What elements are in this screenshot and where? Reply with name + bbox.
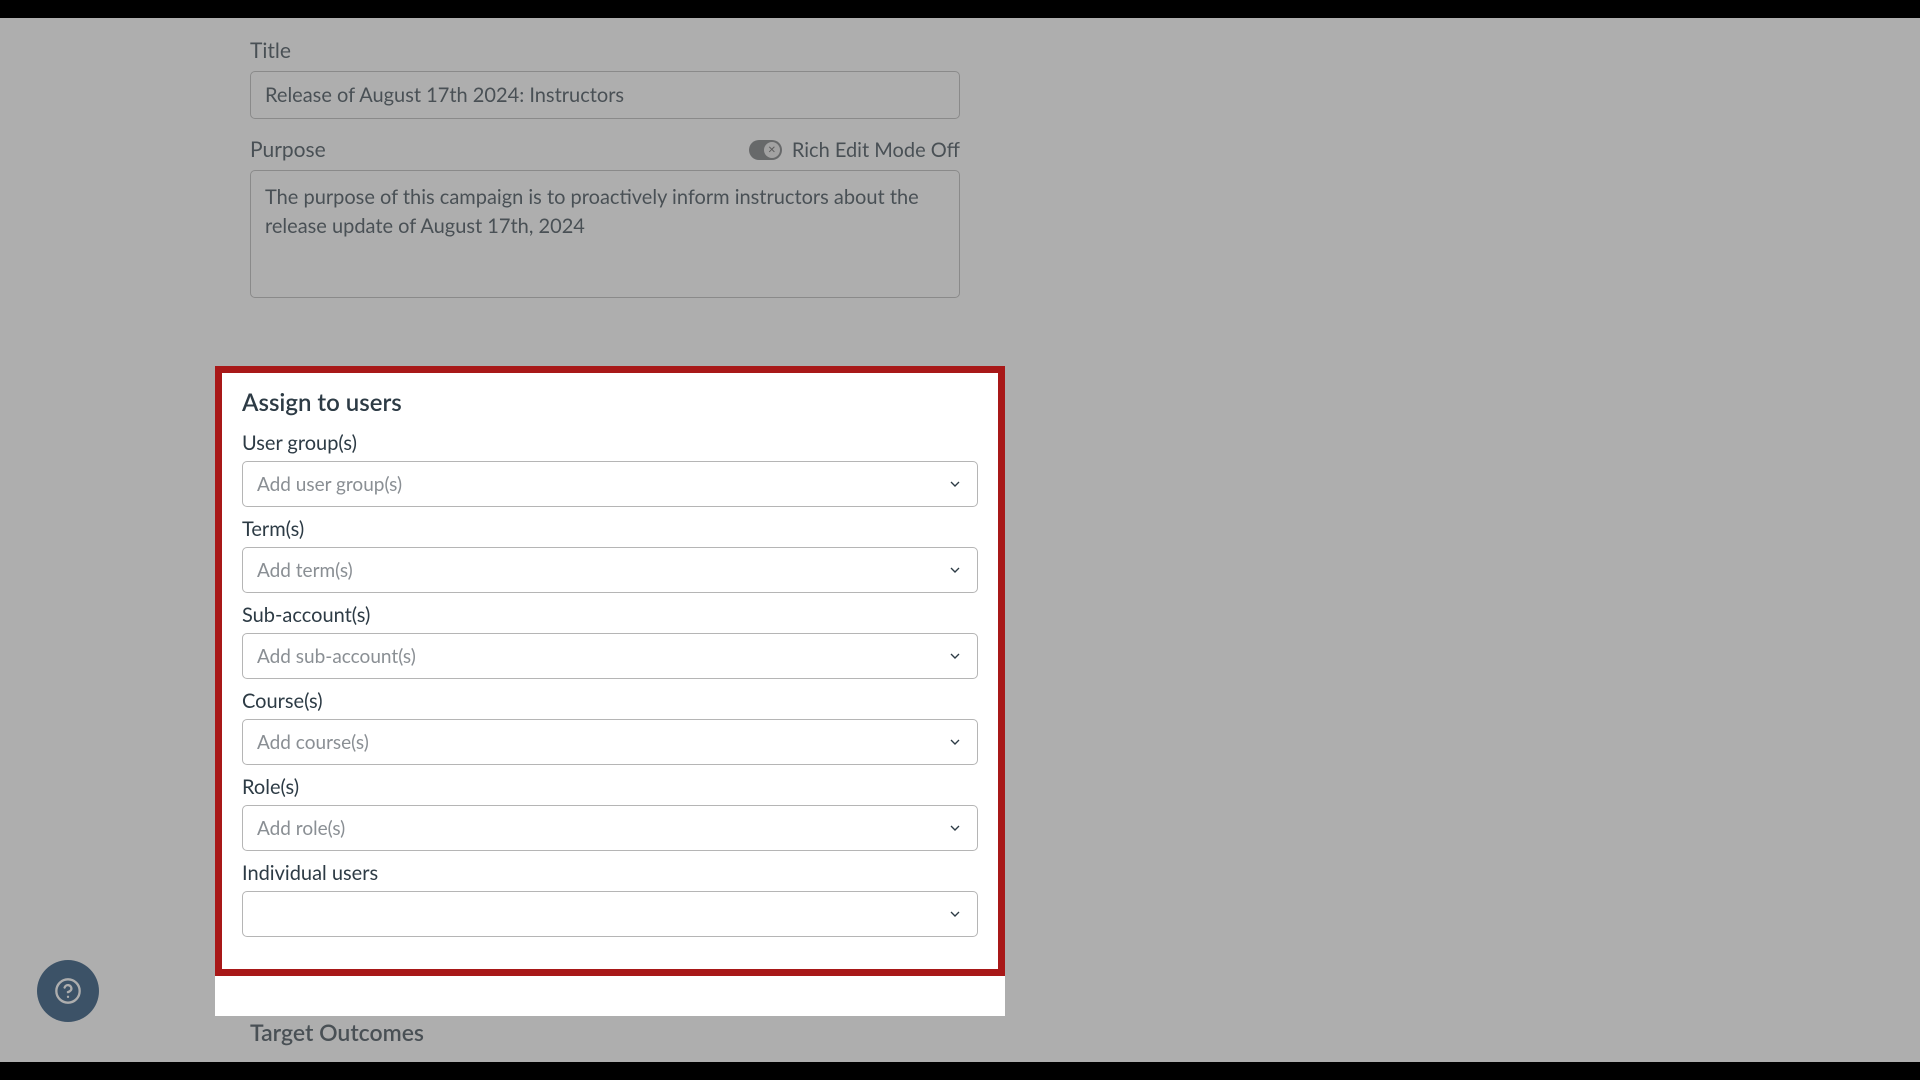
- title-label: Title: [250, 38, 960, 63]
- roles-select[interactable]: Add role(s): [242, 805, 978, 851]
- app-viewport: Title Purpose Rich Edit Mode Off Assign …: [0, 18, 1920, 1062]
- dim-overlay-left: [0, 366, 215, 1016]
- subaccounts-field: Sub-account(s) Add sub-account(s): [242, 603, 978, 679]
- terms-field: Term(s) Add term(s): [242, 517, 978, 593]
- rich-edit-toggle-label: Rich Edit Mode Off: [792, 138, 960, 162]
- question-mark-icon: [54, 977, 82, 1005]
- user-groups-placeholder: Add user group(s): [257, 473, 402, 496]
- terms-select[interactable]: Add term(s): [242, 547, 978, 593]
- courses-select[interactable]: Add course(s): [242, 719, 978, 765]
- help-button[interactable]: [37, 960, 99, 1022]
- dim-overlay-right: [1005, 366, 1920, 1016]
- purpose-textarea[interactable]: [250, 170, 960, 298]
- individual-users-field: Individual users: [242, 861, 978, 937]
- terms-label: Term(s): [242, 517, 978, 541]
- user-groups-label: User group(s): [242, 431, 978, 455]
- purpose-label: Purpose: [250, 137, 326, 162]
- target-outcomes-heading: Target Outcomes: [250, 1018, 424, 1046]
- purpose-header-row: Purpose Rich Edit Mode Off: [250, 137, 960, 162]
- courses-field: Course(s) Add course(s): [242, 689, 978, 765]
- terms-placeholder: Add term(s): [257, 559, 353, 582]
- chevron-down-icon: [947, 562, 963, 578]
- user-groups-select[interactable]: Add user group(s): [242, 461, 978, 507]
- chevron-down-icon: [947, 906, 963, 922]
- rich-edit-toggle[interactable]: [749, 140, 782, 160]
- user-groups-field: User group(s) Add user group(s): [242, 431, 978, 507]
- chevron-down-icon: [947, 648, 963, 664]
- form-column: Title Purpose Rich Edit Mode Off: [250, 38, 960, 298]
- assign-to-users-panel: Assign to users User group(s) Add user g…: [215, 366, 1005, 976]
- roles-placeholder: Add role(s): [257, 817, 345, 840]
- roles-label: Role(s): [242, 775, 978, 799]
- courses-label: Course(s): [242, 689, 978, 713]
- subaccounts-label: Sub-account(s): [242, 603, 978, 627]
- subaccounts-placeholder: Add sub-account(s): [257, 645, 416, 668]
- chevron-down-icon: [947, 820, 963, 836]
- individual-users-select[interactable]: [242, 891, 978, 937]
- title-input[interactable]: [250, 71, 960, 119]
- chevron-down-icon: [947, 476, 963, 492]
- chevron-down-icon: [947, 734, 963, 750]
- individual-users-label: Individual users: [242, 861, 978, 885]
- rich-edit-toggle-group: Rich Edit Mode Off: [749, 138, 960, 162]
- roles-field: Role(s) Add role(s): [242, 775, 978, 851]
- subaccounts-select[interactable]: Add sub-account(s): [242, 633, 978, 679]
- assign-to-users-heading: Assign to users: [242, 388, 978, 417]
- courses-placeholder: Add course(s): [257, 731, 369, 754]
